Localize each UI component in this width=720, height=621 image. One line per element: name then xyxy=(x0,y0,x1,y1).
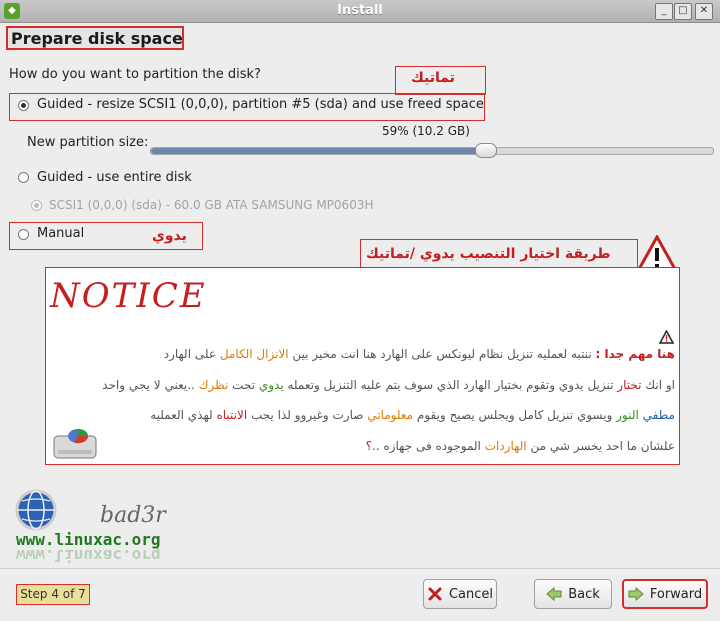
notice-text: علشان ما احد يخسر شي من xyxy=(526,439,675,453)
notice-line-4: علشان ما احد يخسر شي من الهاردات الموجود… xyxy=(366,439,675,453)
partition-size-label: New partition size: xyxy=(27,135,149,150)
notice-highlight: الانزال الكامل xyxy=(219,347,289,361)
guided-entire-label[interactable]: Guided - use entire disk xyxy=(37,170,192,185)
window-titlebar: ◆ Install _ □ ✕ xyxy=(0,0,720,23)
notice-line-2: او انك تختار تنزيل يدوي وتقوم بختيار اله… xyxy=(102,378,675,392)
back-arrow-icon xyxy=(546,586,562,602)
partition-size-slider-fill xyxy=(151,148,483,154)
notice-highlight: مطفي xyxy=(638,408,675,422)
partition-size-slider[interactable] xyxy=(150,143,714,158)
cancel-icon xyxy=(428,587,442,601)
notice-text: صارت وغيروو لذا يجب xyxy=(247,408,368,422)
notice-text: الموجوده فى جهازه .. xyxy=(372,439,485,453)
step-indicator: Step 4 of 7 xyxy=(16,584,90,605)
notice-text: تحت xyxy=(228,378,259,392)
notice-line-3: مطفي النور ويسوي تنزيل كامل ويجلس يصيح و… xyxy=(150,408,675,422)
notice-highlight: الهاردات xyxy=(484,439,527,453)
back-label: Back xyxy=(568,586,600,602)
notice-text: او انك xyxy=(641,378,675,392)
notice-emphasis: هنا مهم جدا : xyxy=(595,347,675,361)
notice-highlight: النور xyxy=(616,408,639,422)
cancel-label: Cancel xyxy=(448,586,494,602)
minimize-button[interactable]: _ xyxy=(655,3,673,20)
notice-title: NOTICE xyxy=(50,276,207,316)
partition-size-slider-handle[interactable] xyxy=(475,143,497,158)
method-header-label: طريقة اختيار التنصيب يدوي /تماتيك xyxy=(366,246,611,262)
guided-entire-radio[interactable] xyxy=(18,172,29,183)
disk-choice-label: SCSI1 (0,0,0) (sda) - 60.0 GB ATA SAMSUN… xyxy=(49,198,374,212)
logo-signature: bad3r xyxy=(100,503,166,528)
forward-label: Forward xyxy=(649,586,703,602)
cancel-button[interactable]: Cancel xyxy=(423,579,497,609)
notice-highlight: نظرك xyxy=(198,378,229,392)
logo-url-reflection: www.linuxac.org xyxy=(16,546,161,565)
notice-highlight: تختار xyxy=(617,378,642,392)
notice-text: ويسوي تنزيل كامل ويجلس يصيح ويقوم xyxy=(413,408,617,422)
page-title-box: Prepare disk space xyxy=(6,26,184,50)
notice-text: ننتبه لعمليه تنزيل نظام ليونكس على الهار… xyxy=(288,347,596,361)
footer-separator xyxy=(0,568,720,569)
close-button[interactable]: ✕ xyxy=(695,3,713,20)
notice-highlight: الانتباه xyxy=(216,408,248,422)
manual-radio[interactable] xyxy=(18,229,29,240)
partition-size-value: 59% (10.2 GB) xyxy=(382,124,470,138)
forward-button[interactable]: Forward xyxy=(622,579,708,609)
notice-highlight: معلوماتي xyxy=(367,408,414,422)
notice-text: تنزيل يدوي وتقوم بختيار الهارد الذي سوف … xyxy=(283,378,618,392)
hard-disk-icon xyxy=(53,429,97,459)
back-button[interactable]: Back xyxy=(534,579,612,609)
notice-highlight: يدوي xyxy=(258,378,284,392)
guided-resize-radio[interactable] xyxy=(18,100,29,111)
window-title: Install xyxy=(337,3,383,18)
notice-line-1: هنا مهم جدا : ننتبه لعمليه تنزيل نظام لي… xyxy=(164,347,675,361)
guided-annotation-label: تماتيك xyxy=(411,70,455,86)
partition-question: How do you want to partition the disk? xyxy=(9,67,261,82)
notice-text: لهذي العمليه xyxy=(150,408,217,422)
warning-small-icon xyxy=(659,330,674,344)
manual-label[interactable]: Manual xyxy=(37,226,84,241)
notice-text: ..يعني لا يجي واحد xyxy=(102,378,199,392)
manual-annotation-label: يدوي xyxy=(152,228,187,244)
notice-text: على الهارد xyxy=(163,347,220,361)
maximize-button[interactable]: □ xyxy=(674,3,692,20)
forward-arrow-icon xyxy=(628,586,644,602)
page-title: Prepare disk space xyxy=(11,29,183,48)
guided-resize-label[interactable]: Guided - resize SCSI1 (0,0,0), partition… xyxy=(37,97,484,112)
disk-choice-radio xyxy=(31,200,42,211)
